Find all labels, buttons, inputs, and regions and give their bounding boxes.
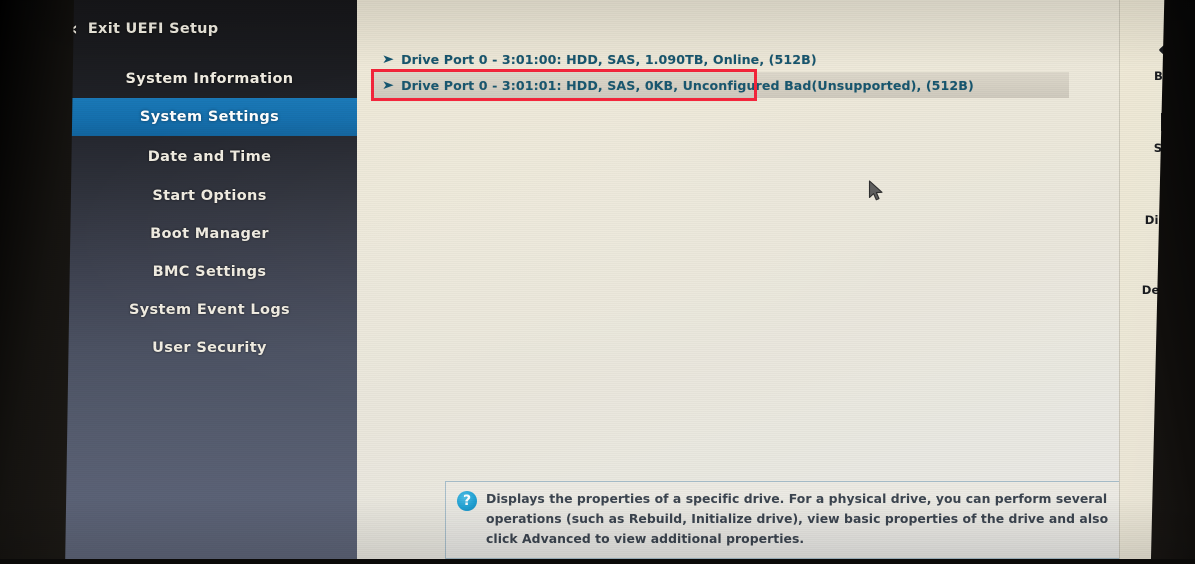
exit-uefi-setup-button[interactable]: ‹ Exit UEFI Setup [62,14,357,44]
sidebar-item-label: System Information [125,71,294,87]
sidebar-item-label: Date and Time [147,149,272,165]
help-description-text: Displays the properties of a specific dr… [486,491,1109,547]
mouse-pointer-icon [868,180,885,207]
sidebar-item-user-security[interactable]: User Security [62,329,357,367]
drive-list-item-1[interactable]: ➤ Drive Port 0 - 3:01:01: HDD, SAS, 0KB,… [373,72,1069,98]
sidebar-item-boot-manager[interactable]: Boot Manager [62,215,357,253]
content-toolbar-divider [1119,0,1120,564]
sidebar-item-label: System Event Logs [128,302,291,318]
drive-list-item-label: Drive Port 0 - 3:01:00: HDD, SAS, 1.090T… [401,51,817,67]
drive-list-item-0[interactable]: ➤ Drive Port 0 - 3:01:00: HDD, SAS, 1.09… [373,46,1103,72]
sidebar-item-system-information[interactable]: System Information [62,60,357,98]
monitor-bezel-bottom [0,559,1195,564]
sidebar-item-label: Boot Manager [150,226,269,242]
main-content-panel: ➤ Drive Port 0 - 3:01:00: HDD, SAS, 1.09… [357,0,1119,564]
monitor-bezel-left [0,0,74,564]
sidebar-item-label: User Security [152,340,267,356]
sidebar-item-date-and-time[interactable]: Date and Time [62,138,357,176]
sidebar-item-label: BMC Settings [152,264,267,280]
sidebar-item-label: System Settings [139,109,280,125]
sidebar-item-start-options[interactable]: Start Options [62,177,357,215]
navigation-sidebar: ‹ Exit UEFI Setup System Information Sys… [62,0,357,564]
screen-area: ‹ Exit UEFI Setup System Information Sys… [62,0,1195,564]
drive-list: ➤ Drive Port 0 - 3:01:00: HDD, SAS, 1.09… [373,46,1103,98]
drive-list-item-label: Drive Port 0 - 3:01:01: HDD, SAS, 0KB, U… [401,77,974,93]
sidebar-item-system-event-logs[interactable]: System Event Logs [62,291,357,329]
question-mark-icon: ? [457,491,477,511]
sidebar-item-bmc-settings[interactable]: BMC Settings [62,253,357,291]
exit-uefi-setup-label: Exit UEFI Setup [87,21,219,37]
arrow-right-bullet-icon: ➤ [381,52,395,66]
help-description-box: ? Displays the properties of a specific … [445,481,1119,559]
uefi-setup-screen-photo: ‹ Exit UEFI Setup System Information Sys… [0,0,1195,564]
arrow-right-bullet-icon: ➤ [381,78,395,92]
sidebar-item-label: Start Options [152,188,267,204]
sidebar-item-system-settings[interactable]: System Settings [62,98,357,136]
